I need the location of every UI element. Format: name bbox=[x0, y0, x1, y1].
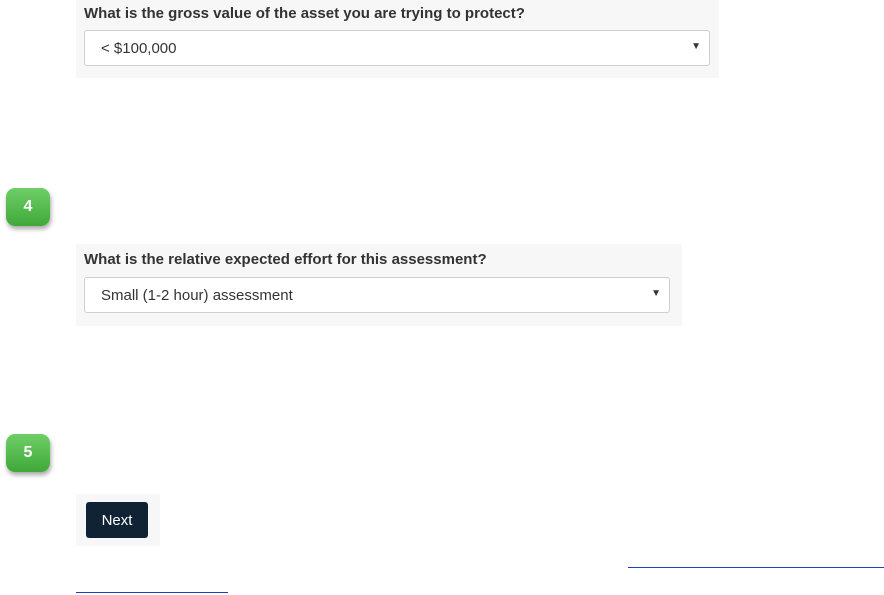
link-underline[interactable] bbox=[76, 592, 228, 593]
chevron-down-icon: ▼ bbox=[651, 288, 661, 299]
step-badge-5: 5 bbox=[6, 434, 50, 472]
effort-selected: Small (1-2 hour) assessment bbox=[101, 287, 293, 304]
effort-select[interactable]: Small (1-2 hour) assessment ▼ bbox=[84, 277, 670, 313]
next-panel: Next bbox=[76, 494, 160, 546]
asset-value-panel: What is the gross value of the asset you… bbox=[76, 0, 719, 78]
asset-value-question: What is the gross value of the asset you… bbox=[84, 5, 525, 22]
step-badge-4: 4 bbox=[6, 188, 50, 226]
effort-question: What is the relative expected effort for… bbox=[84, 251, 487, 268]
asset-value-select[interactable]: < $100,000 ▼ bbox=[84, 30, 710, 66]
effort-panel: What is the relative expected effort for… bbox=[76, 244, 682, 326]
chevron-down-icon: ▼ bbox=[691, 41, 701, 52]
asset-value-selected: < $100,000 bbox=[101, 40, 177, 57]
next-button[interactable]: Next bbox=[86, 502, 148, 538]
link-underline[interactable] bbox=[628, 567, 884, 568]
